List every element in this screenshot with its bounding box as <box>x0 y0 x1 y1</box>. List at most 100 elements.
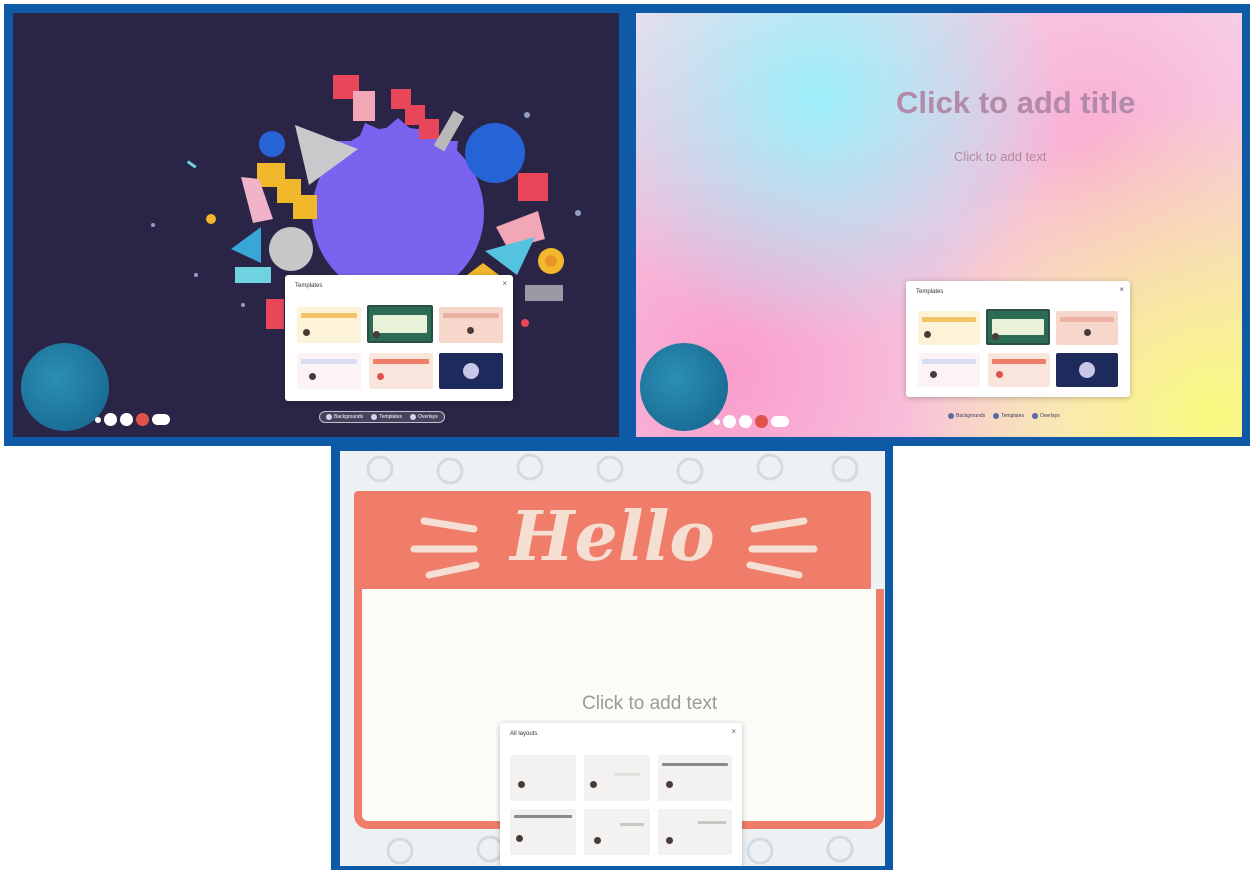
popup-title: All layouts <box>510 731 538 737</box>
popup-title: Templates <box>916 289 944 295</box>
record-button[interactable] <box>136 413 149 426</box>
slide-canvas-gradient[interactable]: Click to add title Click to add text Tem… <box>636 13 1242 437</box>
layers-icon <box>409 414 416 420</box>
cyan-triangle-left <box>231 227 261 263</box>
thumb-bar <box>922 359 976 364</box>
close-icon[interactable]: × <box>502 279 507 288</box>
template-thumbnail[interactable] <box>918 353 980 387</box>
call-controls <box>714 415 789 428</box>
layout-icon <box>371 414 378 420</box>
layout-thumbnail[interactable] <box>510 755 576 801</box>
thumb-bar <box>620 823 644 826</box>
thumb-avatar <box>992 333 999 340</box>
template-thumbnail[interactable] <box>988 353 1050 387</box>
hello-heading: Hello <box>510 497 715 577</box>
sparkle <box>206 214 216 224</box>
call-controls <box>95 413 170 426</box>
image-icon <box>948 413 954 419</box>
slide-text-placeholder[interactable]: Click to add text <box>582 693 717 715</box>
layout-thumbnail[interactable] <box>658 809 732 855</box>
sparkle <box>241 303 245 307</box>
backgrounds-button[interactable]: Backgrounds <box>326 414 363 420</box>
overlays-button[interactable]: Overlays <box>1031 413 1060 419</box>
thumb-avatar <box>594 837 601 844</box>
templates-button[interactable]: Templates <box>993 413 1024 419</box>
thumb-avatar <box>666 837 673 844</box>
grey-circle <box>269 227 313 271</box>
template-thumbnail[interactable] <box>918 311 980 345</box>
templates-label: Templates <box>379 414 402 420</box>
backgrounds-button[interactable]: Backgrounds <box>948 413 985 419</box>
close-icon[interactable]: × <box>1119 285 1124 294</box>
layout-thumbnail[interactable] <box>584 809 650 855</box>
thumb-avatar <box>924 331 931 338</box>
mic-button[interactable] <box>723 415 736 428</box>
template-thumbnail[interactable] <box>1056 353 1118 387</box>
thumb-bar <box>301 313 357 318</box>
template-thumbnail[interactable] <box>439 307 503 343</box>
hello-banner: Hello <box>354 491 871 591</box>
thumb-emblem <box>1079 362 1095 378</box>
slide-frame-gradient: Click to add title Click to add text Tem… <box>628 4 1250 446</box>
thumb-avatar <box>1084 329 1091 336</box>
layouts-popup: All layouts × <box>500 723 742 866</box>
templates-popup: Templates × <box>906 281 1130 397</box>
thumb-avatar <box>930 371 937 378</box>
template-thumbnail[interactable] <box>439 353 503 389</box>
overlays-label: Overlays <box>1039 413 1060 419</box>
thumb-bar <box>698 821 726 824</box>
template-thumbnail[interactable] <box>367 305 433 343</box>
dot-icon <box>714 418 720 425</box>
thumb-bar <box>301 359 357 364</box>
more-button[interactable] <box>771 416 789 427</box>
sparkle <box>521 319 529 327</box>
cyan-bar <box>235 267 271 283</box>
thumb-bar <box>614 773 640 776</box>
sparkle <box>575 210 581 216</box>
red-block-right <box>518 173 548 201</box>
thumb-avatar <box>666 781 673 788</box>
thumb-avatar <box>590 781 597 788</box>
thumb-bar <box>373 315 427 333</box>
overlays-button[interactable]: Overlays <box>409 414 438 420</box>
thumb-avatar <box>516 835 523 842</box>
image-icon <box>326 414 332 420</box>
thumb-bar <box>992 359 1046 364</box>
sparkle <box>524 112 530 118</box>
template-thumbnail[interactable] <box>369 353 433 389</box>
templates-button[interactable]: Templates <box>371 414 402 420</box>
templates-label: Templates <box>1001 413 1024 419</box>
bottom-toolbar: Backgrounds Templates Overlays <box>948 413 1060 419</box>
slide-canvas-hello[interactable]: Hello Click to add text All layouts × <box>340 451 885 866</box>
slide-frame-hello: Hello Click to add text All layouts × <box>331 445 893 870</box>
grey-block <box>525 285 563 301</box>
thumb-bar <box>992 319 1044 335</box>
more-button[interactable] <box>152 414 170 425</box>
template-thumbnail[interactable] <box>297 307 361 343</box>
slide-canvas-dark[interactable]: Templates × Backgrounds Templates Overla… <box>13 13 619 437</box>
sparkle <box>186 160 197 169</box>
slide-text-placeholder[interactable]: Click to add text <box>954 149 1047 164</box>
mic-button[interactable] <box>104 413 117 426</box>
popup-title: Templates <box>295 283 323 289</box>
record-button[interactable] <box>755 415 768 428</box>
template-thumbnail[interactable] <box>986 309 1050 345</box>
layout-icon <box>993 413 1000 419</box>
video-button[interactable] <box>120 413 133 426</box>
video-button[interactable] <box>739 415 752 428</box>
template-thumbnail[interactable] <box>1056 311 1118 345</box>
layout-thumbnail[interactable] <box>658 755 732 801</box>
thumb-avatar <box>377 373 384 380</box>
thumb-avatar <box>996 371 1003 378</box>
layout-thumbnail[interactable] <box>584 755 650 801</box>
thumb-bar <box>514 815 572 818</box>
template-thumbnail[interactable] <box>297 353 361 389</box>
templates-popup: Templates × <box>285 275 513 401</box>
layout-thumbnail[interactable] <box>510 809 576 855</box>
thumb-bar <box>443 313 499 318</box>
thumb-emblem <box>463 363 479 379</box>
red-step <box>419 119 439 139</box>
slide-title-placeholder[interactable]: Click to add title <box>896 85 1135 121</box>
thumb-bar <box>1060 317 1114 322</box>
close-icon[interactable]: × <box>731 727 736 736</box>
